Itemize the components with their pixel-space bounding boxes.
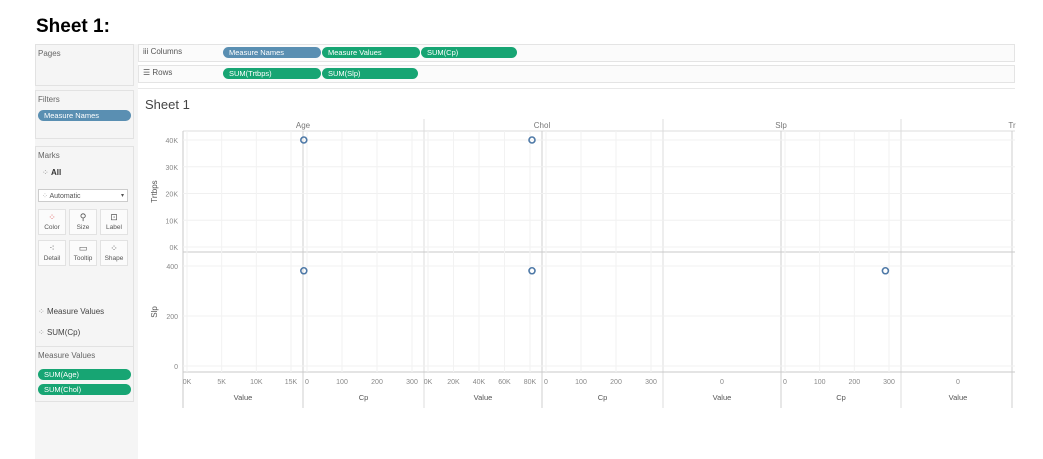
x-tick-label: 300 [406,379,418,386]
column-header-label: Tr [1008,121,1016,130]
x-axis-title: Value [713,393,732,402]
y-tick-label: 0 [174,364,178,371]
x-tick-label: 100 [814,379,826,386]
x-axis-title: Value [234,393,253,402]
y-tick-label: 10K [166,218,179,225]
x-tick-label: 200 [848,379,860,386]
x-tick-label: 5K [217,379,226,386]
y-axis-title: Slp [150,306,159,318]
column-header-label: Age [296,121,311,130]
data-point [299,266,308,275]
x-tick-label: 0 [720,379,724,386]
x-axis-title: Cp [836,393,846,402]
y-tick-label: 30K [166,165,179,172]
x-tick-label: 15K [285,379,298,386]
x-tick-label: 0K [183,379,192,386]
x-tick-label: 80K [524,379,537,386]
x-tick-label: 0 [305,379,309,386]
x-tick-label: 20K [447,379,460,386]
y-tick-label: 40K [166,138,179,145]
column-header-label: Chol [534,121,551,130]
y-tick-label: 200 [166,314,178,321]
x-tick-label: 40K [473,379,486,386]
x-tick-label: 200 [610,379,622,386]
data-point [881,266,890,275]
scatter-chart: Age Chol Slp Tr 40K 30K 20K 10K 0K Trtbps 400 200 0 S… [150,119,1016,408]
x-tick-label: 0 [783,379,787,386]
y-axis-title: Trtbps [150,180,159,202]
y-tick-label: 400 [166,264,178,271]
x-tick-label: 100 [575,379,587,386]
x-axis-title: Cp [598,393,608,402]
x-tick-label: 10K [250,379,263,386]
x-tick-label: 0K [424,379,433,386]
x-tick-label: 200 [371,379,383,386]
x-tick-label: 300 [883,379,895,386]
y-tick-label: 0K [169,245,178,252]
x-tick-label: 60K [498,379,511,386]
column-header-label: Slp [775,121,787,130]
x-axis-title: Value [949,393,968,402]
x-tick-label: 0 [544,379,548,386]
x-tick-label: 300 [645,379,657,386]
x-tick-label: 100 [336,379,348,386]
y-tick-label: 20K [166,192,179,199]
x-axis-title: Value [474,393,493,402]
x-axis-title: Cp [359,393,369,402]
x-tick-label: 0 [956,379,960,386]
